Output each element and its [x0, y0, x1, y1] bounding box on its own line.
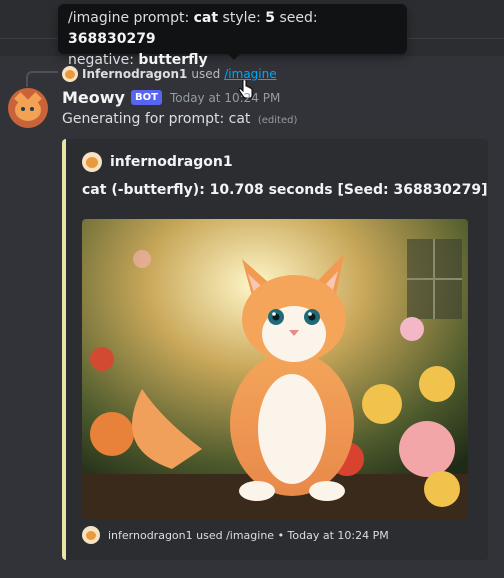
- tooltip-style-value: 5: [265, 10, 276, 26]
- embed-author-name: infernodragon1: [110, 154, 233, 170]
- avatar: [82, 526, 100, 544]
- message-content: Generating for prompt: cat (edited): [62, 111, 297, 127]
- reply-command-link[interactable]: /imagine: [224, 67, 276, 81]
- tooltip-style-label: style:: [222, 10, 261, 26]
- tooltip-seed-label: seed:: [279, 10, 318, 26]
- message-author[interactable]: Meowy: [62, 88, 125, 107]
- tooltip-prompt-label: /imagine prompt:: [68, 10, 190, 26]
- embed-footer-text: infernodragon1 used /imagine • Today at …: [108, 528, 389, 542]
- embed-card: infernodragon1 cat (-butterfly): 10.708 …: [62, 139, 488, 560]
- avatar: [82, 152, 102, 172]
- embed-footer: infernodragon1 used /imagine • Today at …: [82, 526, 389, 544]
- edited-label: (edited): [257, 115, 298, 126]
- embed-author: infernodragon1: [82, 152, 233, 172]
- command-tooltip: /imagine prompt: cat style: 5 seed: 3688…: [58, 4, 407, 68]
- reply-username[interactable]: Infernodragon1: [82, 67, 187, 81]
- message-text: Generating for prompt: cat: [62, 111, 251, 127]
- tooltip-line-1: /imagine prompt: cat style: 5 seed: 3688…: [68, 8, 397, 50]
- avatar[interactable]: [62, 66, 78, 82]
- tooltip-caret: [228, 54, 240, 60]
- embed-title: cat (-butterfly): 10.708 seconds [Seed: …: [82, 182, 488, 198]
- generated-cat-image[interactable]: [82, 219, 468, 519]
- message-timestamp[interactable]: Today at 10:24 PM: [170, 91, 280, 105]
- reply-spine: [26, 71, 58, 87]
- bot-badge: BOT: [130, 90, 162, 105]
- message-header: Meowy BOT Today at 10:24 PM: [62, 88, 280, 107]
- tooltip-seed-value: 368830279: [68, 31, 156, 47]
- reply-used-text: used: [191, 67, 221, 81]
- cat-image-icon: [82, 219, 468, 519]
- avatar[interactable]: [8, 88, 48, 128]
- tooltip-prompt-value: cat: [193, 10, 219, 26]
